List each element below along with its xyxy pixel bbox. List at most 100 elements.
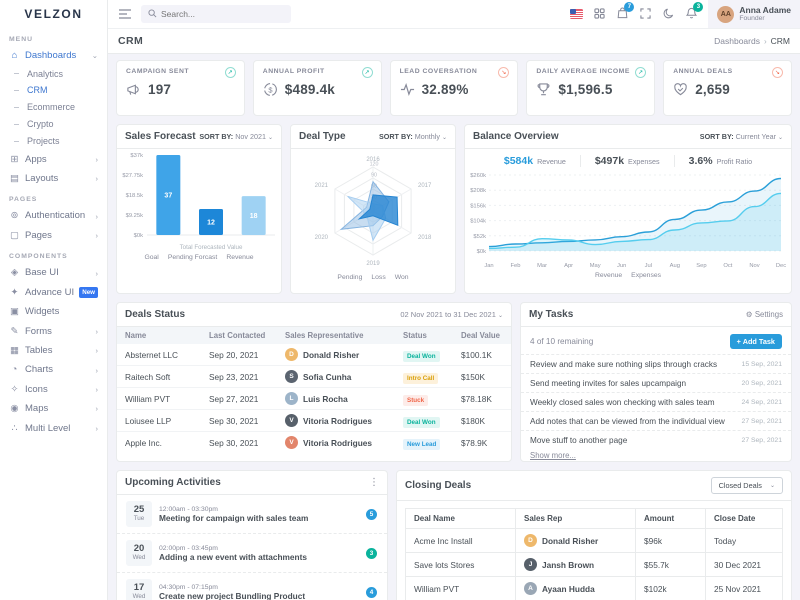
- svg-text:Feb: Feb: [511, 263, 521, 269]
- col-deal-name: Deal Name: [406, 509, 516, 529]
- advance-ui-icon: ✦: [9, 287, 20, 298]
- sidebar-item-forms[interactable]: ✎ Forms ›: [0, 322, 107, 341]
- trend-arrow-icon: ↘: [772, 67, 783, 78]
- settings-button[interactable]: ⚙ Settings: [746, 310, 783, 319]
- notification-count-badge: 3: [693, 2, 703, 12]
- apps-grid-icon[interactable]: [588, 0, 611, 28]
- svg-text:$37k: $37k: [130, 153, 143, 159]
- velzon-logo[interactable]: VELZON: [0, 0, 107, 28]
- chevron-icon: ›: [96, 174, 99, 183]
- show-more-link[interactable]: Show more...: [521, 449, 791, 462]
- sidebar-item-analytics[interactable]: Analytics: [0, 66, 107, 83]
- search-input[interactable]: [161, 9, 273, 19]
- sidebar-item-apps[interactable]: ⊞ Apps ›: [0, 150, 107, 169]
- sidebar-item-crm[interactable]: CRM: [0, 82, 107, 99]
- sidebar-item-layouts[interactable]: ▤ Layouts ›: [0, 169, 107, 188]
- sidebar-item-menu[interactable]: MENU: [0, 28, 107, 46]
- page-content: CAMPAIGN SENT ↗ 197 ANNUAL PROFIT ↗ $: [108, 54, 800, 600]
- card-title: Deal Type: [299, 131, 346, 142]
- bell-icon[interactable]: 3: [680, 0, 703, 28]
- kpi-card: DAILY AVERAGE INCOME ↗ $1,596.5: [526, 60, 655, 116]
- card-title: Closing Deals: [405, 480, 471, 491]
- kpi-row: CAMPAIGN SENT ↗ 197 ANNUAL PROFIT ↗ $: [116, 60, 792, 116]
- sidebar-item-label: Forms: [25, 326, 52, 337]
- avatar-group: 3: [365, 547, 378, 560]
- sort-by-dropdown[interactable]: SORT BY: Current Year ⌄: [700, 132, 783, 141]
- sidebar-item-authentication[interactable]: ⊚ Authentication ›: [0, 206, 107, 225]
- sidebar-item-label: PAGES: [9, 196, 37, 204]
- avatar: D: [285, 348, 298, 361]
- chevron-icon: ›: [96, 231, 99, 240]
- sidebar-item-base-ui[interactable]: ◈ Base UI ›: [0, 263, 107, 282]
- status-badge: Intro Call: [403, 373, 438, 384]
- avatar: AA: [717, 6, 734, 23]
- sidebar-item-icons[interactable]: ✧ Icons ›: [0, 380, 107, 399]
- sidebar-item-label: COMPONENTS: [9, 253, 68, 261]
- avatar: V: [285, 436, 298, 449]
- activity-item: 17 Wed 04:30pm - 07:15pm Create new proj…: [117, 572, 387, 600]
- shopping-bag-icon[interactable]: 7: [611, 0, 634, 28]
- trend-arrow-icon: ↗: [362, 67, 373, 78]
- col-close-date: Close Date: [706, 509, 783, 529]
- user-profile-menu[interactable]: AA Anna Adame Founder: [708, 0, 800, 28]
- sidebar-item-pages[interactable]: PAGES: [0, 188, 107, 206]
- deals-heart-icon: [673, 82, 688, 97]
- sidebar-item-label: Charts: [25, 364, 53, 375]
- avatar-group: 4: [365, 586, 378, 599]
- svg-text:Aug: Aug: [670, 263, 680, 269]
- sidebar-item-pages[interactable]: ▢ Pages ›: [0, 226, 107, 245]
- deals-filter-select[interactable]: Closed Deals⌄: [711, 477, 783, 494]
- sidebar-item-widgets[interactable]: ▣ Widgets: [0, 302, 107, 321]
- chevron-icon: ⌄: [92, 51, 98, 60]
- sidebar-item-dashboards[interactable]: ⌂ Dashboards ⌄: [0, 46, 107, 65]
- tasks-remaining: 4 of 10 remaining: [530, 337, 593, 346]
- sidebar-item-projects[interactable]: Projects: [0, 133, 107, 150]
- add-task-button[interactable]: + Add Task: [730, 334, 782, 349]
- sidebar-nav: MENU ⌂ Dashboards ⌄ Analytics: [0, 28, 107, 438]
- bottom-row: Upcoming Activities ⋮ 25 Tue 12:0: [116, 470, 792, 600]
- us-flag-icon[interactable]: [565, 0, 588, 28]
- svg-text:$208k: $208k: [470, 188, 486, 194]
- chevron-icon: ›: [96, 366, 99, 375]
- chart-legend: GoalPending ForcastRevenue: [117, 253, 281, 266]
- sidebar-item-multi-level[interactable]: ∴ Multi Level ›: [0, 419, 107, 438]
- moon-icon[interactable]: [657, 0, 680, 28]
- sort-by-dropdown[interactable]: SORT BY: Nov 2021 ⌄: [199, 132, 273, 141]
- sidebar-item-ecommerce[interactable]: Ecommerce: [0, 99, 107, 116]
- kebab-menu-icon[interactable]: ⋮: [369, 477, 379, 488]
- svg-text:Jan: Jan: [484, 263, 493, 269]
- balance-stat: $584k Revenue: [490, 155, 580, 167]
- trend-arrow-icon: ↘: [498, 67, 509, 78]
- svg-text:$52k: $52k: [473, 234, 486, 240]
- chevron-icon: ›: [96, 269, 99, 278]
- sidebar-item-maps[interactable]: ◉ Maps ›: [0, 399, 107, 418]
- sidebar-item-label: MENU: [9, 36, 33, 44]
- apps-grid-icon: [594, 7, 605, 22]
- svg-text:2019: 2019: [366, 261, 380, 267]
- sidebar-item-charts[interactable]: ◔ Charts ›: [0, 360, 107, 379]
- date-range-dropdown[interactable]: 02 Nov 2021 to 31 Dec 2021 ⌄: [400, 310, 503, 319]
- sidebar-item-tables[interactable]: ▦ Tables ›: [0, 341, 107, 360]
- menu-toggle-icon[interactable]: [116, 5, 134, 23]
- svg-text:12: 12: [207, 220, 215, 227]
- chevron-icon: ›: [96, 424, 99, 433]
- new-badge: New: [79, 287, 98, 297]
- sidebar-item-advance-ui[interactable]: ✦ Advance UI New: [0, 283, 107, 302]
- kpi-value: 197: [148, 82, 171, 97]
- user-name: Anna Adame: [739, 5, 791, 15]
- layouts-icon: ▤: [9, 173, 20, 184]
- fullscreen-icon[interactable]: [634, 0, 657, 28]
- sidebar-item-label: Authentication: [25, 210, 85, 221]
- breadcrumb-parent[interactable]: Dashboards: [714, 36, 760, 46]
- sort-by-dropdown[interactable]: SORT BY: Monthly ⌄: [379, 132, 447, 141]
- col-last-contacted: Last Contacted: [201, 327, 277, 344]
- svg-text:Oct: Oct: [723, 263, 732, 269]
- chevron-icon: ›: [96, 327, 99, 336]
- avatar-count-badge: 5: [365, 508, 378, 521]
- sidebar-item-crypto[interactable]: Crypto: [0, 116, 107, 133]
- svg-text:Jun: Jun: [617, 263, 626, 269]
- dashboard-icon: ⌂: [9, 50, 20, 61]
- search-box: [141, 5, 291, 23]
- sidebar-item-components[interactable]: COMPONENTS: [0, 245, 107, 263]
- moon-icon: [663, 7, 674, 22]
